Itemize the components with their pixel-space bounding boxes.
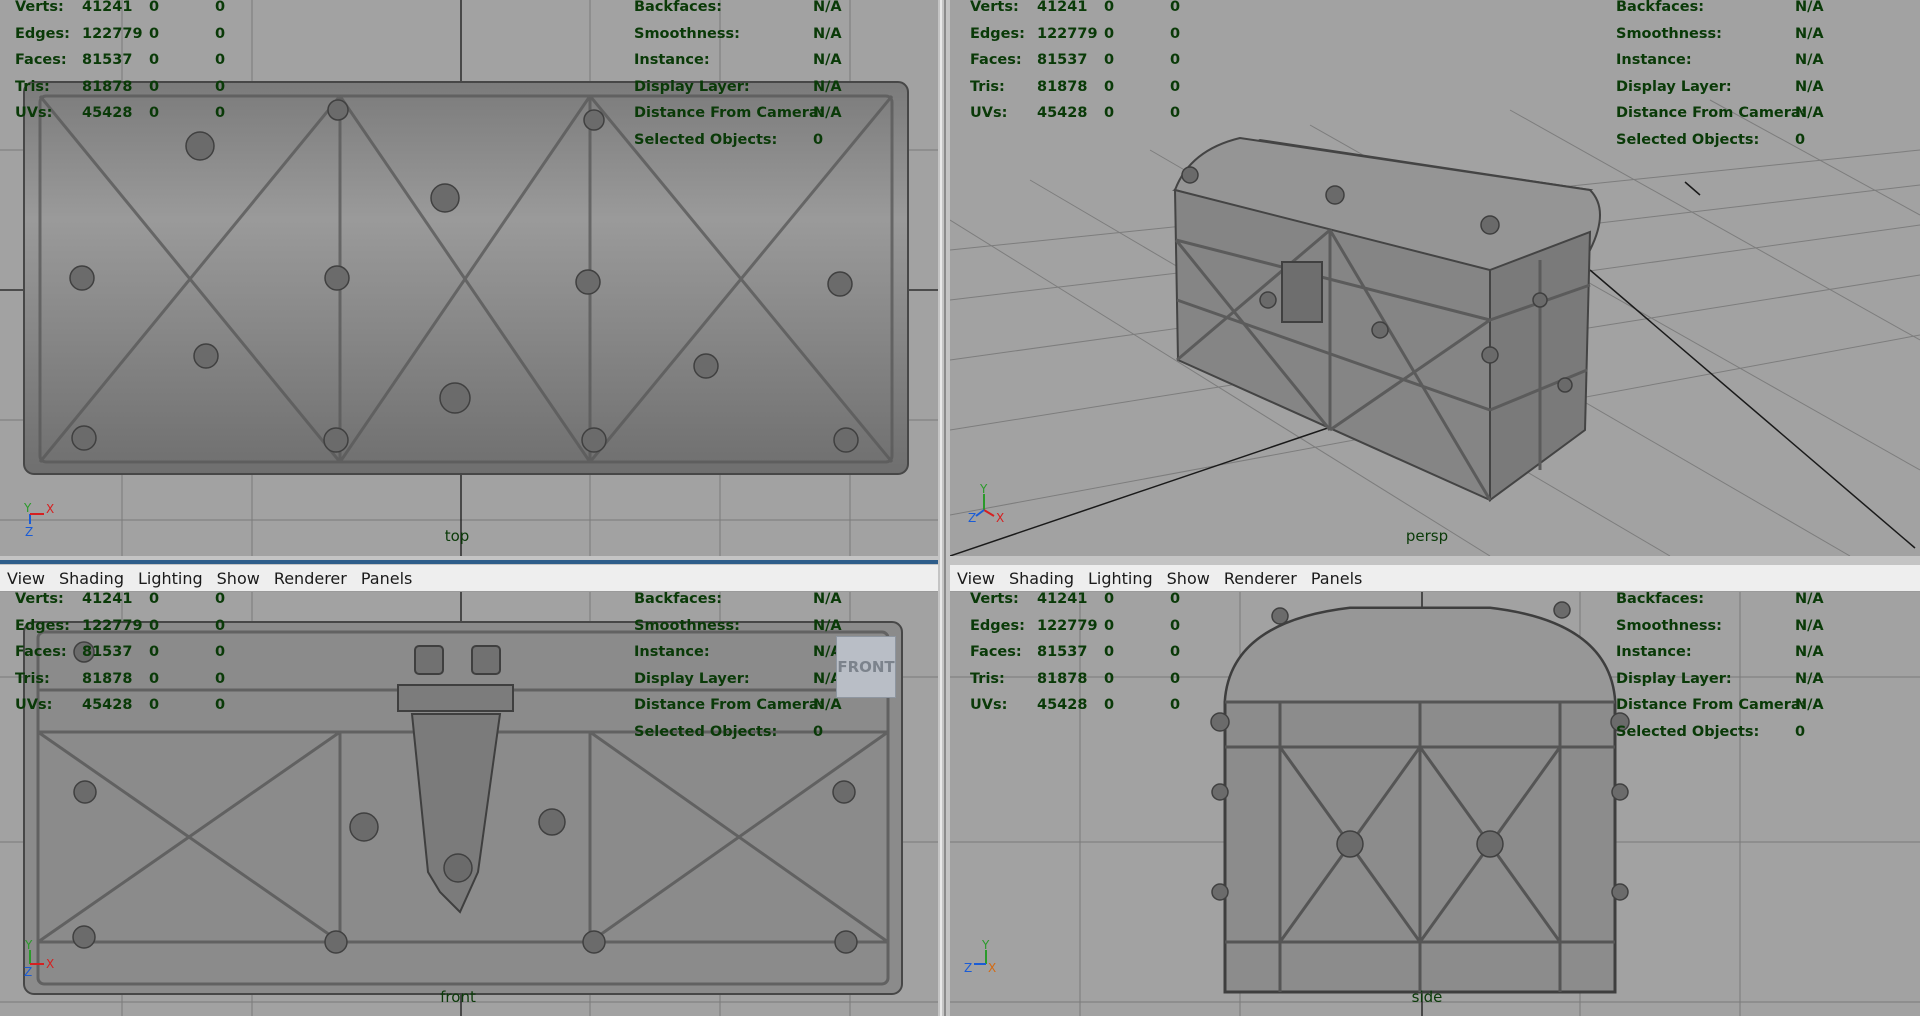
hud-edges-row: Edges: 122779 0 0 xyxy=(15,617,226,634)
viewport-side-canvas[interactable]: Verts: 41241 0 0 Edges: 122779 0 0 Faces: 81537… xyxy=(950,592,1920,1016)
hud-tris-row: Tris: 81878 0 0 xyxy=(15,670,226,687)
viewport-side[interactable]: View Shading Lighting Show Renderer Pane… xyxy=(950,565,1920,1016)
viewport-persp-canvas[interactable]: Verts: 41241 0 0 Edges: 122779 0 0 Faces: 81537… xyxy=(950,0,1920,556)
hud-selected-row: Selected Objects: 0 xyxy=(1616,723,1806,740)
axis-gizmo-icon: Y X Z xyxy=(962,938,1006,978)
hud-faces-row: Faces: 81537 0 0 xyxy=(970,52,1181,68)
svg-text:X: X xyxy=(46,502,54,516)
object-info-hud-persp: Backfaces: N/A Smoothness: N/A Instance: N/… xyxy=(1616,0,1836,153)
axis-gizmo-icon: Y X Z xyxy=(968,482,1012,526)
hud-tris-row: Tris: 81878 0 0 xyxy=(970,670,1181,687)
hud-distance-row: Distance From Camera: N/A xyxy=(1616,105,1824,121)
menu-renderer[interactable]: Renderer xyxy=(267,569,354,588)
hud-distance-row: Distance From Camera: N/A xyxy=(1616,697,1824,713)
viewport-persp[interactable]: Verts: 41241 0 0 Edges: 122779 0 0 Faces: 81537… xyxy=(950,0,1920,556)
hud-verts-row: Verts: 41241 0 0 xyxy=(15,0,226,15)
hud-selected-row: Selected Objects: 0 xyxy=(1616,131,1806,148)
hud-backfaces-row: Backfaces: N/A xyxy=(1616,592,1824,607)
svg-text:X: X xyxy=(46,957,54,971)
hud-selected-row: Selected Objects: 0 xyxy=(634,131,824,148)
viewport-top[interactable]: Verts: 41241 0 0 Edges: 122779 0 0 Faces: 81537… xyxy=(0,0,938,556)
object-info-hud-front: Backfaces: N/A Smoothness: N/A Instance: N/… xyxy=(634,592,854,745)
hud-distance-row: Distance From Camera: N/A xyxy=(634,105,842,121)
svg-text:Z: Z xyxy=(24,965,32,978)
viewport-front[interactable]: View Shading Lighting Show Renderer Pane… xyxy=(0,565,938,1016)
viewport-front-label: front xyxy=(440,988,476,1006)
svg-text:Y: Y xyxy=(981,938,990,952)
svg-text:X: X xyxy=(988,961,996,975)
menu-lighting[interactable]: Lighting xyxy=(1081,569,1160,588)
menu-panels[interactable]: Panels xyxy=(1304,569,1370,588)
hud-tris-row: Tris: 81878 0 0 xyxy=(15,78,226,95)
hud-display-layer-row: Display Layer: N/A xyxy=(634,670,842,687)
hud-edges-row: Edges: 122779 0 0 xyxy=(15,25,226,42)
viewport-side-menubar: View Shading Lighting Show Renderer Pane… xyxy=(950,565,1920,592)
viewport-front-menubar: View Shading Lighting Show Renderer Pane… xyxy=(0,565,938,592)
svg-text:Z: Z xyxy=(25,525,33,539)
hud-display-layer-row: Display Layer: N/A xyxy=(1616,670,1824,687)
svg-text:Y: Y xyxy=(24,938,33,952)
viewport-top-canvas[interactable]: Verts: 41241 0 0 Edges: 122779 0 0 Faces: 81537… xyxy=(0,0,938,556)
hud-backfaces-row: Backfaces: N/A xyxy=(634,592,842,607)
axis-gizmo-icon: Y X Z xyxy=(22,938,62,979)
hud-smoothness-row: Smoothness: N/A xyxy=(1616,617,1824,634)
menu-view[interactable]: View xyxy=(950,569,1002,588)
hud-edges-row: Edges: 122779 0 0 xyxy=(970,617,1181,634)
menu-shading[interactable]: Shading xyxy=(1002,569,1081,588)
hud-instance-row: Instance: N/A xyxy=(1616,52,1824,68)
hud-uvs-row: UVs: 45428 0 0 xyxy=(970,105,1181,121)
svg-text:X: X xyxy=(996,511,1004,525)
viewport-divider-vertical[interactable] xyxy=(938,0,950,1016)
hud-distance-row: Distance From Camera: N/A xyxy=(634,697,842,713)
hud-uvs-row: UVs: 45428 0 0 xyxy=(970,697,1181,713)
hud-tris-row: Tris: 81878 0 0 xyxy=(970,78,1181,95)
object-info-hud: Backfaces: N/A Smoothness: N/A Instance: N/… xyxy=(634,0,854,153)
hud-smoothness-row: Smoothness: N/A xyxy=(634,617,842,634)
hud-backfaces-row: Backfaces: N/A xyxy=(1616,0,1824,15)
hud-display-layer-row: Display Layer: N/A xyxy=(1616,78,1824,95)
hud-instance-row: Instance: N/A xyxy=(1616,644,1824,660)
active-panel-indicator xyxy=(0,560,938,564)
svg-text:Y: Y xyxy=(23,501,32,515)
viewport-persp-label: persp xyxy=(1405,527,1449,545)
hud-selected-row: Selected Objects: 0 xyxy=(634,723,824,740)
menu-shading[interactable]: Shading xyxy=(52,569,131,588)
poly-count-hud-side: Verts: 41241 0 0 Edges: 122779 0 0 Faces: 81537… xyxy=(970,592,1190,719)
hud-verts-row: Verts: 41241 0 0 xyxy=(15,592,226,607)
hud-verts-row: Verts: 41241 0 0 xyxy=(970,592,1181,607)
menu-show[interactable]: Show xyxy=(210,569,267,588)
hud-edges-row: Edges: 122779 0 0 xyxy=(970,25,1181,42)
view-cube-icon[interactable]: FRONT xyxy=(836,636,896,698)
poly-count-hud-front: Verts: 41241 0 0 Edges: 122779 0 0 Faces: 81537… xyxy=(15,592,235,719)
hud-smoothness-row: Smoothness: N/A xyxy=(1616,25,1824,42)
menu-view[interactable]: View xyxy=(0,569,52,588)
menu-renderer[interactable]: Renderer xyxy=(1217,569,1304,588)
menu-panels[interactable]: Panels xyxy=(354,569,420,588)
hud-backfaces-row: Backfaces: N/A xyxy=(634,0,842,15)
axis-gizmo-icon: Y X Z xyxy=(22,500,62,540)
hud-instance-row: Instance: N/A xyxy=(634,644,842,660)
hud-faces-row: Faces: 81537 0 0 xyxy=(970,644,1181,660)
hud-verts-row: Verts: 41241 0 0 xyxy=(970,0,1181,15)
object-info-hud-side: Backfaces: N/A Smoothness: N/A Instance: N/… xyxy=(1616,592,1836,745)
hud-display-layer-row: Display Layer: N/A xyxy=(634,78,842,95)
poly-count-hud: Verts: 41241 0 0 Edges: 122779 0 0 Faces: 81537… xyxy=(15,0,235,127)
viewport-front-canvas[interactable]: Verts: 41241 0 0 Edges: 122779 0 0 Faces: 81537… xyxy=(0,592,938,1016)
hud-smoothness-row: Smoothness: N/A xyxy=(634,25,842,42)
viewport-side-label: side xyxy=(1411,988,1443,1006)
svg-text:Z: Z xyxy=(968,511,976,525)
hud-faces-row: Faces: 81537 0 0 xyxy=(15,644,226,660)
menu-show[interactable]: Show xyxy=(1160,569,1217,588)
hud-faces-row: Faces: 81537 0 0 xyxy=(15,52,226,68)
hud-uvs-row: UVs: 45428 0 0 xyxy=(15,105,226,121)
svg-text:Z: Z xyxy=(964,961,972,975)
hud-uvs-row: UVs: 45428 0 0 xyxy=(15,697,226,713)
svg-text:Y: Y xyxy=(979,482,988,496)
viewport-top-label: top xyxy=(444,527,470,545)
poly-count-hud-persp: Verts: 41241 0 0 Edges: 122779 0 0 Faces: 81537… xyxy=(970,0,1190,127)
menu-lighting[interactable]: Lighting xyxy=(131,569,210,588)
hud-instance-row: Instance: N/A xyxy=(634,52,842,68)
